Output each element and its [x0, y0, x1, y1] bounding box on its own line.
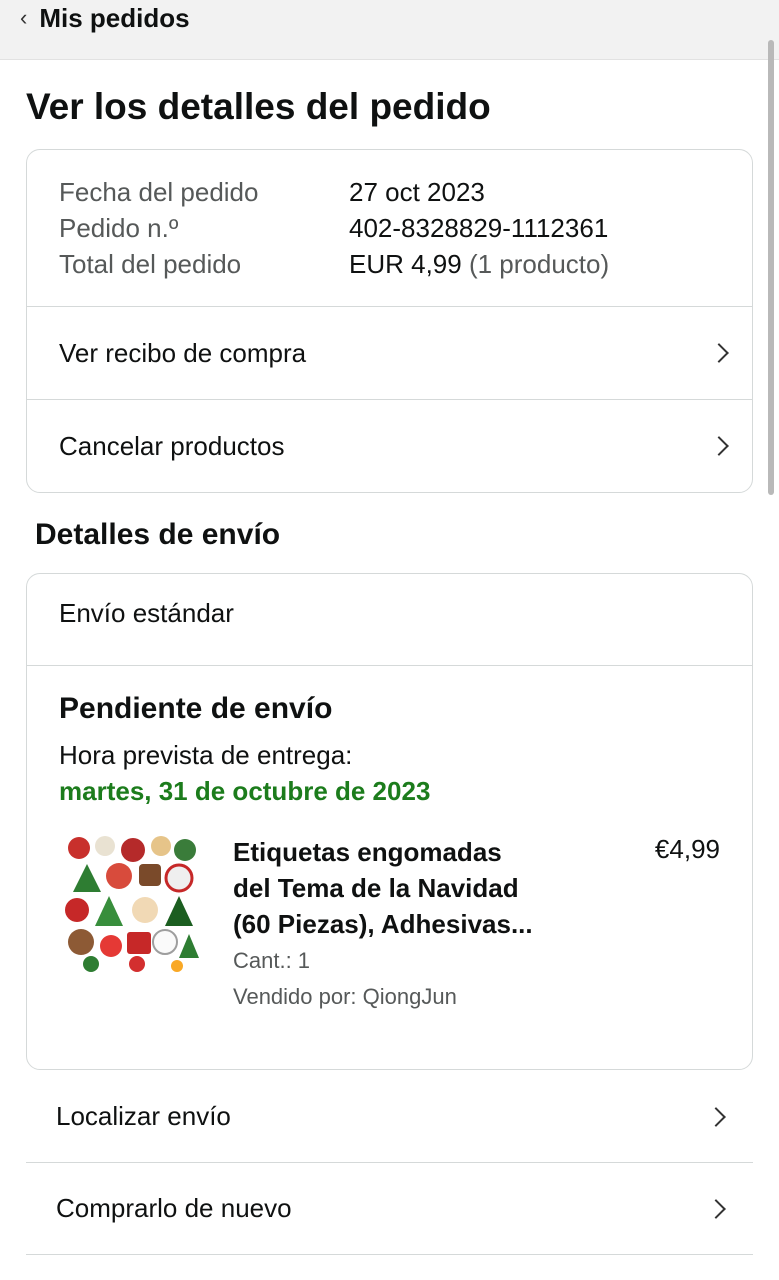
- product-title-line: (60 Piezas), Adhesivas...: [233, 909, 533, 939]
- view-receipt-link[interactable]: Ver recibo de compra: [27, 307, 752, 399]
- product-title-link[interactable]: Etiquetas engomadas del Tema de la Navid…: [233, 834, 553, 942]
- product-quantity: Cant.: 1: [233, 948, 311, 973]
- buy-again-label: Comprarlo de nuevo: [56, 1193, 292, 1223]
- order-date-label: Fecha del pedido: [59, 177, 259, 207]
- order-date-row: Fecha del pedido 27 oct 2023: [59, 174, 719, 210]
- shipping-section-title: Detalles de envío: [35, 518, 281, 551]
- order-total-amount: EUR 4,99: [349, 249, 462, 279]
- order-number-label: Pedido n.º: [59, 213, 179, 243]
- cancel-products-link[interactable]: Cancelar productos: [27, 400, 752, 492]
- delivery-estimate-label: Hora prevista de entrega:: [59, 740, 353, 770]
- page-title: Ver los detalles del pedido: [26, 86, 491, 127]
- shipment-status: Pendiente de envío: [59, 692, 333, 725]
- shipping-type: Envío estándar: [59, 598, 234, 628]
- chevron-left-icon: ‹: [20, 5, 28, 30]
- order-summary: Fecha del pedido 27 oct 2023 Pedido n.º …: [59, 174, 719, 282]
- chevron-right-icon: [709, 343, 729, 363]
- christmas-stickers-image: [61, 834, 199, 972]
- product-seller: Vendido por: QiongJun: [233, 984, 457, 1009]
- track-shipment-label: Localizar envío: [56, 1101, 231, 1131]
- back-button[interactable]: ‹ Mis pedidos: [20, 0, 190, 36]
- order-item-count: (1 producto): [468, 249, 610, 279]
- delivery-estimate-date: martes, 31 de octubre de 2023: [59, 776, 431, 806]
- product-title-line: Etiquetas engomadas: [233, 837, 502, 867]
- shipment-card: Envío estándar Pendiente de envío Hora p…: [26, 573, 753, 1070]
- order-total-value: EUR 4,99 (1 producto): [349, 246, 609, 282]
- cancel-products-label: Cancelar productos: [59, 430, 285, 461]
- top-bar: ‹ Mis pedidos: [0, 0, 779, 60]
- order-total-label: Total del pedido: [59, 249, 242, 279]
- track-shipment-link[interactable]: Localizar envío: [26, 1071, 753, 1163]
- back-label: Mis pedidos: [39, 2, 190, 33]
- order-number-row: Pedido n.º 402-8328829-1112361: [59, 210, 719, 246]
- buy-again-link[interactable]: Comprarlo de nuevo: [26, 1163, 753, 1255]
- chevron-right-icon: [706, 1198, 726, 1219]
- product-price: €4,99: [654, 834, 720, 864]
- divider: [27, 665, 752, 666]
- scrollbar[interactable]: [768, 40, 774, 495]
- product-title-line: del Tema de la Navidad: [233, 873, 519, 903]
- chevron-right-icon: [709, 436, 729, 456]
- order-summary-card: Fecha del pedido 27 oct 2023 Pedido n.º …: [26, 149, 753, 493]
- order-total-row: Total del pedido EUR 4,99 (1 producto): [59, 246, 719, 282]
- view-receipt-label: Ver recibo de compra: [59, 337, 307, 368]
- order-number-value: 402-8328829-1112361: [349, 213, 609, 243]
- product-image[interactable]: [61, 834, 199, 972]
- order-date-value: 27 oct 2023: [349, 177, 485, 207]
- chevron-right-icon: [706, 1106, 726, 1127]
